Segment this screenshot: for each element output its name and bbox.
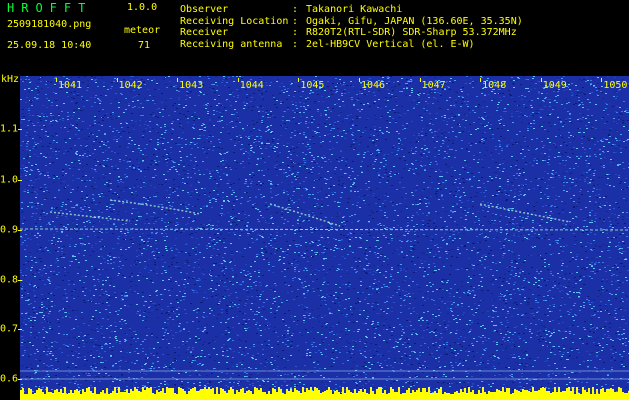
frequency-tick-mark <box>18 230 22 231</box>
time-tick-label: 1047 <box>421 80 446 91</box>
time-tick-label: 1050 <box>603 80 628 91</box>
time-tick-label: 1048 <box>482 80 507 91</box>
time-tick-mark <box>177 78 179 82</box>
info-row-location: Receiving Location : Ogaki, Gifu, JAPAN … <box>180 16 523 28</box>
time-tick-mark <box>359 78 360 82</box>
detection-mode: meteor <box>124 25 161 36</box>
time-tick-label: 1049 <box>542 80 567 91</box>
doppler-trace <box>49 211 131 222</box>
time-tick-mark <box>480 78 482 82</box>
frequency-tick-mark <box>18 180 22 181</box>
spectrogram <box>20 76 629 400</box>
app-version: 1.0.0 <box>127 2 158 13</box>
info-value: Takanori Kawachi <box>306 4 403 15</box>
frequency-tick-label: 1.1 <box>0 123 19 135</box>
frequency-unit-label: kHz <box>1 74 20 85</box>
frequency-tick-mark <box>18 329 22 330</box>
frequency-tick-label: 0.7 <box>0 323 19 335</box>
frequency-tick-label: 0.8 <box>0 274 19 286</box>
time-tick-label: 1045 <box>300 80 325 91</box>
time-tick-label: 1042 <box>118 80 143 91</box>
info-separator: : <box>292 15 299 27</box>
frequency-tick-mark <box>18 379 22 380</box>
time-tick-mark <box>56 78 57 82</box>
time-tick-mark <box>116 78 118 82</box>
info-separator: : <box>292 4 299 15</box>
info-value: Ogaki, Gifu, JAPAN (136.60E, 35.35N) <box>306 15 523 27</box>
capture-datetime: 25.09.18 10:40 <box>7 40 92 51</box>
frequency-tick-label: 1.0 <box>0 174 19 186</box>
info-label: Observer <box>180 4 229 15</box>
time-tick-label: 1046 <box>360 80 386 91</box>
time-tick-label: 1041 <box>57 80 83 91</box>
info-row-receiver: Receiver : R820T2(RTL-SDR) SDR-Sharp 53.… <box>180 27 523 39</box>
frequency-tick-mark <box>18 129 22 130</box>
info-separator: : <box>292 27 299 38</box>
station-info: Observer : Takanori Kawachi Receiving Lo… <box>180 4 523 50</box>
info-value: 2el-HB9CV Vertical (el. E-W) <box>306 38 475 50</box>
header-panel: HROFFT 1.0.0 2509181040.png meteor 25.09… <box>0 0 629 76</box>
frequency-tick-mark <box>18 280 22 281</box>
frequency-tick-label: 0.9 <box>0 224 19 236</box>
time-tick-mark <box>540 78 542 82</box>
time-tick-mark <box>419 78 421 82</box>
info-row-antenna: Receiving antenna : 2el-HB9CV Vertical (… <box>180 39 523 51</box>
spectrogram-canvas <box>20 76 629 400</box>
info-label: Receiving antenna <box>180 38 283 50</box>
info-value: R820T2(RTL-SDR) SDR-Sharp 53.372MHz <box>306 27 517 38</box>
time-tick-mark <box>298 78 300 82</box>
meteor-count: 71 <box>138 40 151 51</box>
file-name: 2509181040.png <box>7 19 92 30</box>
app-title: HROFFT <box>7 1 93 15</box>
info-row-observer: Observer : Takanori Kawachi <box>180 4 523 16</box>
info-label: Receiving Location <box>180 15 289 27</box>
time-tick-mark <box>601 78 603 82</box>
carrier-trace <box>20 228 629 231</box>
time-tick-label: 1044 <box>239 80 264 91</box>
frequency-tick-label: 0.6 <box>0 373 19 385</box>
info-separator: : <box>292 38 299 50</box>
noise-floor-bars <box>20 387 629 400</box>
time-tick-mark <box>237 78 239 82</box>
time-tick-label: 1043 <box>179 80 204 91</box>
info-label: Receiver <box>180 27 229 38</box>
